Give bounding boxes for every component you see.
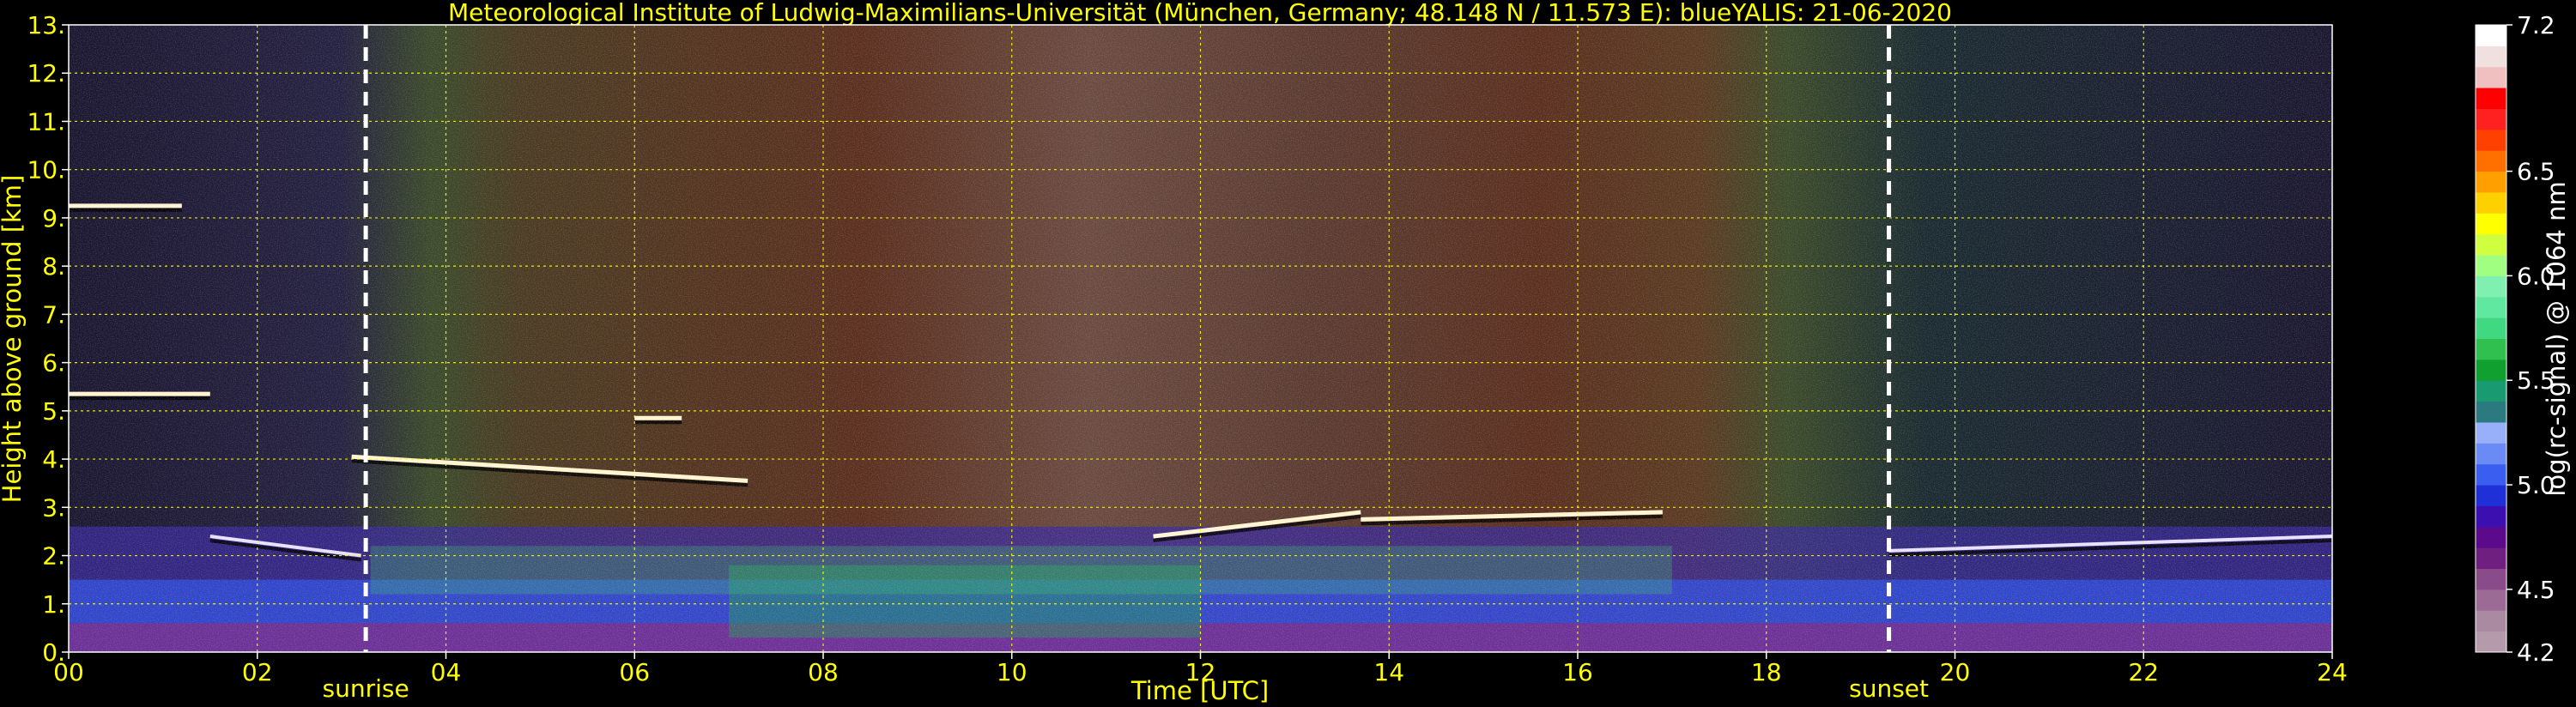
colorbar-segment [2476,25,2506,46]
y-tick-label: 4. [42,445,65,474]
colorbar-segment [2476,421,2506,444]
x-tick-label: 04 [431,658,462,686]
colorbar-segment [2476,526,2506,548]
y-tick-label: 1. [42,590,65,619]
colorbar-segment [2476,485,2506,506]
colorbar-segment [2476,275,2506,298]
y-tick-label: 8. [42,252,65,281]
y-tick-label: 2. [42,542,65,571]
colorbar-segment [2476,568,2506,590]
y-tick-label: 6. [42,349,65,378]
chart-title: Meteorological Institute of Ludwig-Maxim… [448,0,1952,27]
x-axis-title: Time [UTC] [1130,676,1269,705]
x-tick-label: 00 [53,658,84,686]
y-tick-label: 13. [27,11,65,39]
colorbar-tick-label: 7.2 [2517,11,2555,39]
y-tick-label: 11. [27,107,65,136]
colorbar-segment [2476,129,2506,151]
x-tick-label: 24 [2317,658,2348,686]
plot-area [69,25,2332,652]
x-tick-label: 06 [619,658,650,686]
colorbar-segment [2476,631,2506,653]
y-tick-label: 5. [42,397,65,426]
colorbar-segment [2476,255,2506,276]
x-tick-label: 22 [2128,658,2159,686]
colorbar-segment [2476,191,2506,214]
sunset-label: sunset [1849,674,1929,703]
colorbar-segment [2476,547,2506,570]
x-tick-label: 16 [1562,658,1593,686]
y-tick-label: 10. [27,156,65,184]
colorbar-tick-label: 4.5 [2517,576,2555,604]
y-axis: 0.1.2.3.4.5.6.7.8.9.10.11.12.13. [27,11,69,667]
colorbar-segment [2476,45,2506,68]
colorbar-segment [2476,88,2506,109]
y-axis-title: Height above ground [km] [0,175,27,504]
colorbar-segment [2476,317,2506,339]
y-tick-label: 12. [27,59,65,88]
colorbar-segment [2476,213,2506,235]
x-tick-label: 18 [1751,658,1782,686]
sunrise-label: sunrise [323,674,409,703]
x-tick-label: 02 [242,658,273,686]
colorbar-segment [2476,171,2506,193]
colorbar-segment [2476,233,2506,256]
colorbar-segment [2476,443,2506,465]
x-tick-label: 10 [997,658,1027,686]
lidar-chart: Meteorological Institute of Ludwig-Maxim… [0,0,2571,705]
colorbar-tick-label: 4.2 [2517,638,2555,667]
colorbar-title: log(rc-signal) @ 1064 nm [2542,181,2571,496]
y-tick-label: 3. [42,493,65,522]
colorbar-segment [2476,296,2506,318]
x-tick-label: 08 [808,658,839,686]
x-tick-label: 14 [1373,658,1404,686]
colorbar-segment [2476,359,2506,381]
colorbar-segment [2476,380,2506,402]
colorbar-segment [2476,505,2506,528]
colorbar-segment [2476,66,2506,88]
colorbar-segment [2476,108,2506,130]
x-tick-label: 20 [1940,658,1971,686]
colorbar-segment [2476,463,2506,486]
colorbar-segment [2476,150,2506,172]
y-tick-label: 9. [42,204,65,233]
y-tick-label: 7. [42,300,65,329]
colorbar-segment [2476,589,2506,611]
colorbar-segment [2476,610,2506,632]
colorbar-segment [2476,401,2506,423]
colorbar-segment [2476,338,2506,360]
